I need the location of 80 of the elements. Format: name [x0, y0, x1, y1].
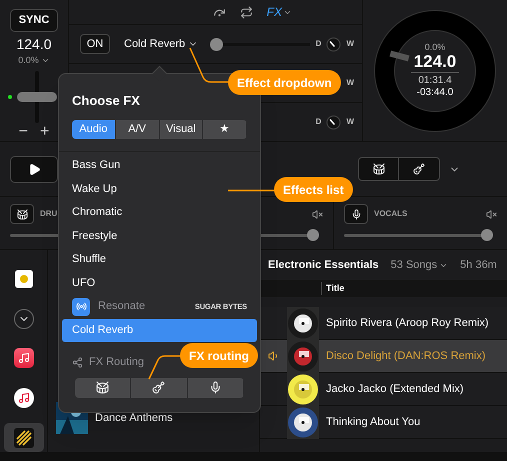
- track-row[interactable]: Jacko Jacko (Extended Mix): [260, 373, 507, 406]
- wet-label: W: [346, 116, 354, 128]
- stem-label: DRU: [40, 208, 58, 220]
- knob[interactable]: [326, 36, 342, 52]
- callout-label: Effect dropdown: [228, 70, 341, 95]
- pitch-value: 0.0%: [424, 42, 446, 52]
- track-title: Spirito Rivera (Aroop Roy Remix): [326, 316, 489, 331]
- effect-dropdown[interactable]: Cold Reverb: [124, 36, 198, 52]
- track-title: Thinking About You: [326, 414, 420, 430]
- track-title: Jacko Jacko (Extended Mix): [326, 382, 464, 397]
- leader-line: [148, 354, 182, 380]
- effect-item[interactable]: Freestyle: [62, 224, 257, 248]
- column-header[interactable]: Title: [321, 282, 344, 296]
- bpm-value: 124.0: [410, 52, 460, 73]
- effect-item[interactable]: Bass Gun: [62, 154, 257, 177]
- drum-icon: [96, 381, 110, 394]
- music-note-icon: [14, 388, 34, 408]
- vocals-stem-button[interactable]: [344, 204, 368, 224]
- mute-icon[interactable]: [486, 208, 497, 220]
- popup-title: Choose FX: [72, 92, 141, 110]
- pitch-slider-thumb[interactable]: [17, 92, 57, 102]
- routing-icon: [72, 356, 83, 368]
- play-button[interactable]: [10, 156, 58, 182]
- wet-label: W: [346, 38, 354, 50]
- track-row[interactable]: Thinking About You: [260, 406, 507, 439]
- guitar-icon: [413, 163, 425, 175]
- stem-slider-thumb[interactable]: [481, 229, 493, 241]
- mute-icon[interactable]: [312, 208, 323, 220]
- fx-tab[interactable]: FX: [266, 3, 292, 21]
- guitar-icon: [152, 381, 166, 394]
- plus-button[interactable]: +: [40, 123, 50, 141]
- fx-tab[interactable]: A/V: [116, 120, 160, 138]
- effect-item[interactable]: UFO: [62, 271, 257, 294]
- effect-slider-thumb[interactable]: [210, 38, 224, 50]
- microphone-icon: [350, 208, 362, 220]
- sidebar-item[interactable]: [4, 423, 44, 452]
- wet-label: W: [346, 77, 354, 89]
- pitch-value: 0.0%: [18, 54, 39, 67]
- speaker-icon: [268, 350, 280, 362]
- playlist-title: Electronic Essentials: [268, 258, 379, 273]
- elapsed-time: 01:31.4: [418, 75, 452, 87]
- plugin-icon: [72, 298, 90, 316]
- sync-button[interactable]: SYNC: [10, 9, 58, 32]
- stem-slider-thumb[interactable]: [307, 229, 319, 241]
- chevron-icon: [14, 308, 34, 329]
- track-row[interactable]: Spirito Rivera (Aroop Roy Remix): [260, 307, 507, 340]
- bpm-value: 124.0: [16, 36, 52, 52]
- effect-item[interactable]: Shuffle: [62, 248, 257, 271]
- callout-label: FX routing: [180, 343, 258, 368]
- song-count-dropdown[interactable]: 53 Songs: [390, 256, 448, 274]
- playlist-name[interactable]: Dance Anthems: [95, 410, 173, 426]
- drum-icon: [372, 163, 384, 175]
- playlist-duration: 5h 36m: [460, 258, 497, 273]
- track-title: Disco Delight (DAN:ROS Remix): [326, 348, 486, 364]
- leader-line: [228, 189, 276, 192]
- microphone-icon: [208, 381, 222, 394]
- remaining-time: -03:44.0: [416, 87, 454, 99]
- jog-wheel[interactable]: 0.0% 124.0 01:31.4 -03:44.0: [374, 10, 496, 132]
- stem-label: VOCALS: [374, 208, 408, 220]
- drums-stem-button[interactable]: [10, 204, 34, 224]
- minus-button[interactable]: −: [18, 123, 28, 141]
- dry-label: D: [316, 38, 322, 50]
- effect-name: Resonate: [98, 299, 146, 314]
- drum-icon: [16, 208, 28, 220]
- music-icon: [14, 348, 34, 368]
- effect-item[interactable]: Chromatic: [62, 200, 257, 224]
- stripes-icon: [14, 428, 34, 448]
- callout-label: Effects list: [274, 177, 353, 202]
- dry-label: D: [316, 116, 322, 128]
- track-row[interactable]: Disco Delight (DAN:ROS Remix): [260, 340, 507, 373]
- loop-icon[interactable]: [240, 6, 253, 18]
- on-button[interactable]: ON: [80, 34, 110, 54]
- effect-item[interactable]: Wake Up: [62, 177, 257, 200]
- play-icon: [28, 162, 40, 176]
- routing-title: FX Routing: [89, 355, 144, 370]
- leader-line: [189, 47, 231, 84]
- fx-tab[interactable]: ★: [203, 120, 247, 138]
- deck-icon: [14, 270, 32, 288]
- fx-tab[interactable]: Visual: [160, 120, 204, 138]
- knob[interactable]: [326, 114, 342, 130]
